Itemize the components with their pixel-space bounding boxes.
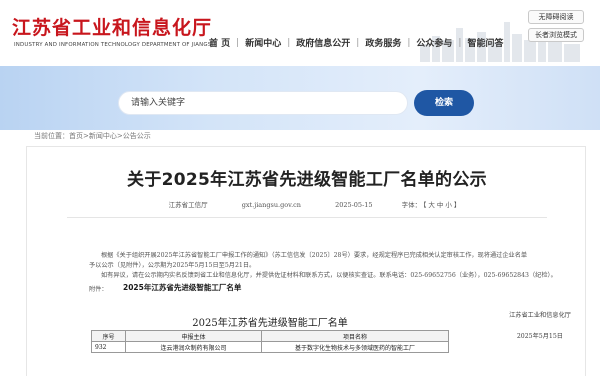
table-cell: 932 [91,341,126,353]
table-cell: 连云港润众制药有限公司 [125,341,262,353]
table-row: 932 连云港润众制药有限公司 基于数字化生物技术与多领域医药的智能工厂 [91,341,449,353]
font-size-small[interactable]: 小 [445,201,452,209]
font-size-label: 字体： [401,201,422,209]
font-bracket-open: 【 [423,201,427,209]
divider [67,217,547,218]
attachment-document: 2025年江苏省先进级智能工厂名单 序号 申报主体 项目名称 932 连云港润众… [91,300,449,376]
nav-separator: | [458,37,462,48]
signature-date: 2025年5月15日 [516,333,563,340]
search-banner: 检索 [0,66,600,130]
nav-smart-qa[interactable]: 智能问答 [463,36,507,49]
document-title: 2025年江苏省先进级智能工厂名单 [192,318,348,329]
article-paragraph: 如有异议，请在公示期内实名反馈到省工业和信息化厅，并提供佐证材料和联系方式，以便… [101,272,557,279]
table-cell: 基于数字化生物技术与多领域医药的智能工厂 [261,341,449,353]
signature-org: 江苏省工业和信息化厅 [509,312,571,319]
article-title: 关于2025年江苏省先进级智能工厂名单的公示 [127,170,487,190]
nav-news[interactable]: 新闻中心 [241,36,285,49]
font-bracket-close: 】 [453,201,461,209]
accessibility-button[interactable]: 无障碍阅读 [528,10,584,24]
font-size-control: 字体：【大中小】 [401,201,462,209]
search-input[interactable] [131,92,401,114]
column-header: 序号 [91,330,126,342]
article-date: 2025-05-15 [335,201,373,209]
breadcrumb-prefix: 当前位置： [34,132,69,140]
article-meta: 江苏省工信厅 gxt.jiangsu.gov.cn 2025-05-15 字体：… [27,199,587,209]
nav-separator: | [236,37,240,48]
nav-separator: | [287,37,291,48]
column-header: 项目名称 [261,330,449,342]
article-website: gxt.jiangsu.gov.cn [241,201,301,209]
site-header: 江苏省工业和信息化厅 INDUSTRY AND INFORMATION TECH… [0,0,600,62]
nav-participation[interactable]: 公众参与 [412,36,456,49]
font-size-large[interactable]: 大 [428,201,435,209]
article-card: 关于2025年江苏省先进级智能工厂名单的公示 江苏省工信厅 gxt.jiangs… [26,146,586,376]
article-source: 江苏省工信厅 [168,201,208,209]
nav-separator: | [356,37,360,48]
site-title[interactable]: 江苏省工业和信息化厅 [12,13,212,40]
attachment-label: 附件： [89,286,108,293]
main-nav: 首 页 | 新闻中心 | 政府信息公开 | 政务服务 | 公众参与 | 智能问答 [205,36,507,50]
elder-mode-button[interactable]: 长者浏览模式 [528,28,584,42]
search-box [118,91,408,115]
attachment-link[interactable]: 2025年江苏省先进级智能工厂名单 [123,282,241,293]
breadcrumb-notices[interactable]: 公告公示 [123,132,151,140]
nav-services[interactable]: 政务服务 [361,36,405,49]
document-table: 序号 申报主体 项目名称 932 连云港润众制药有限公司 基于数字化生物技术与多… [91,330,449,353]
font-size-medium[interactable]: 中 [437,201,444,209]
search-button[interactable]: 检索 [414,90,474,116]
breadcrumb-news[interactable]: 新闻中心 [89,132,117,140]
nav-gov-info[interactable]: 政府信息公开 [292,36,354,49]
breadcrumb-home[interactable]: 首页 [69,132,83,140]
article-paragraph: 根据《关于组织开展2025年江苏省智能工厂申报工作的通知》（苏工信信发〔2025… [89,252,528,269]
nav-separator: | [407,37,411,48]
table-header-row: 序号 申报主体 项目名称 [91,330,449,342]
breadcrumb: 当前位置：首页>新闻中心>公告公示 [34,131,151,141]
column-header: 申报主体 [125,330,262,342]
site-subtitle: INDUSTRY AND INFORMATION TECHNOLOGY DEPA… [14,42,216,48]
nav-home[interactable]: 首 页 [205,36,234,49]
